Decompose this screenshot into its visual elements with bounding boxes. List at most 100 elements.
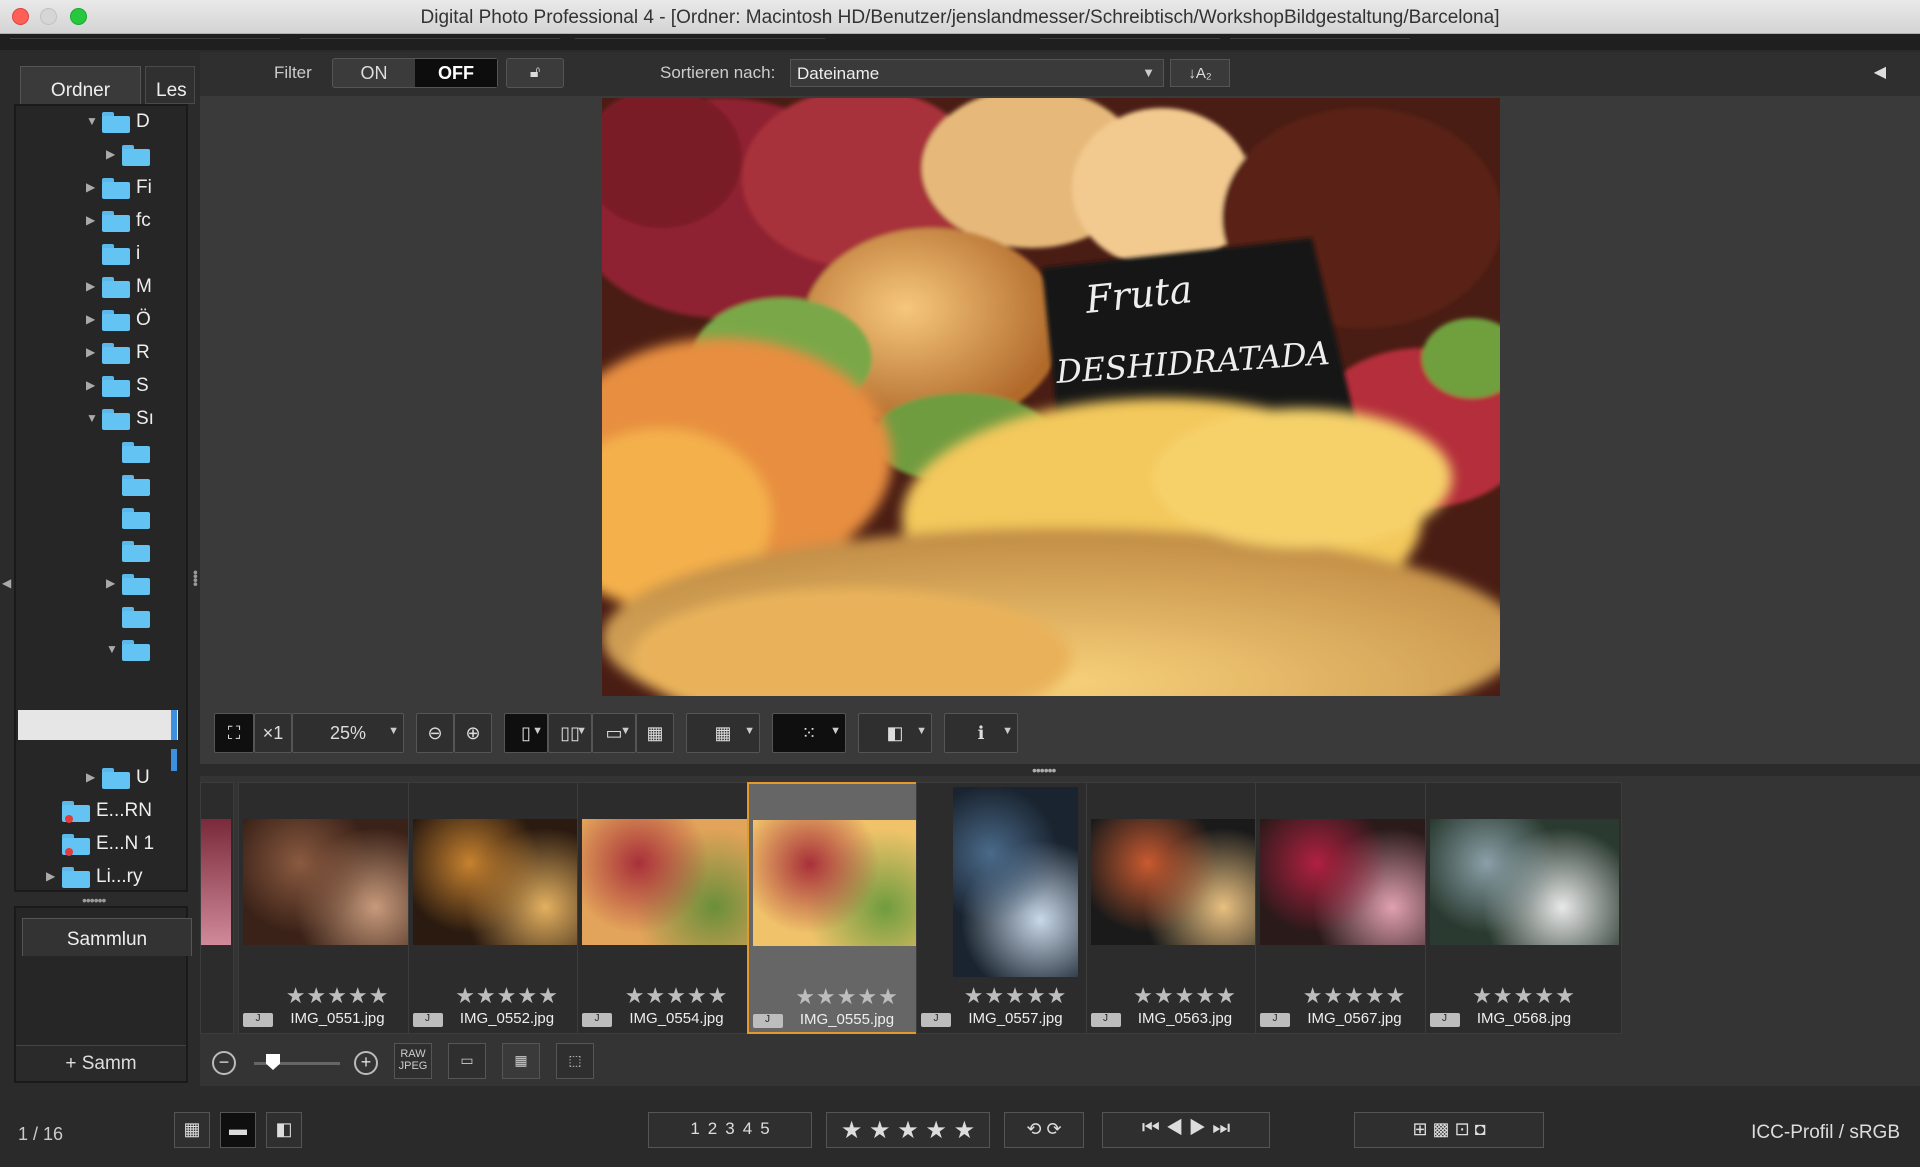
fit-screen-button[interactable]: ⛶ bbox=[214, 713, 254, 753]
rating-3-button[interactable]: 3 bbox=[725, 1119, 734, 1138]
folder-tree[interactable]: ▼ D ▶ ▶ Fi ▶ fc i ▶ M ▶ Ö ▶ R ▶ S ▼ Sı ▶ ▼ ▶ U E...RN E...N 1 ▶ L… bbox=[14, 104, 188, 892]
filmstrip-thumbnail[interactable]: ★★★★★ IMG_0551.jpg J bbox=[238, 782, 435, 1034]
thumbnail-view-button[interactable]: ▦ bbox=[174, 1112, 210, 1148]
zoom-out-button[interactable]: ⊖ bbox=[416, 713, 454, 753]
thumbnail-image bbox=[201, 819, 231, 945]
thumb-size-decrease-button[interactable]: − bbox=[212, 1051, 236, 1075]
slider-knob[interactable] bbox=[266, 1054, 280, 1070]
thumb-size-slider[interactable] bbox=[254, 1054, 340, 1070]
tab-ordner[interactable]: Ordner bbox=[20, 66, 141, 104]
star-rating[interactable]: ★★★★★ bbox=[1426, 983, 1623, 1009]
sort-select[interactable]: Dateiname ▼ bbox=[790, 59, 1164, 87]
list-view-button[interactable]: ◧ bbox=[266, 1112, 302, 1148]
folder-icon bbox=[122, 607, 150, 628]
selected-folder-row[interactable] bbox=[18, 710, 178, 740]
magnify-button[interactable]: ×1 bbox=[254, 713, 292, 753]
filmstrip-thumbnail[interactable]: ★★★★★ IMG_0555.jpg J bbox=[746, 782, 944, 1034]
folder-label: M bbox=[136, 276, 152, 297]
star-rating[interactable]: ★★★★★ bbox=[578, 983, 775, 1009]
thumb-size-increase-button[interactable]: + bbox=[354, 1051, 378, 1075]
rating-5-button[interactable]: 5 bbox=[760, 1119, 769, 1138]
lock-button[interactable]: 🔓︎ bbox=[506, 58, 564, 88]
disclosure-open-icon[interactable]: ▼ bbox=[86, 114, 98, 128]
navigation-buttons[interactable]: ⏮ ◀ ▶ ⏭ bbox=[1102, 1112, 1270, 1148]
rating-2-button[interactable]: 2 bbox=[708, 1119, 717, 1138]
grid-dotted-button[interactable]: ⬚ bbox=[556, 1043, 594, 1079]
filter-off-button[interactable]: OFF bbox=[415, 59, 497, 87]
filmstrip-thumbnail[interactable]: ★★★★★ IMG_0567.jpg J bbox=[1255, 782, 1452, 1034]
filter-toggle[interactable]: ON OFF bbox=[332, 58, 498, 88]
disclosure-open-icon[interactable]: ▼ bbox=[86, 411, 98, 425]
fit-screen-icon: ⛶ bbox=[227, 723, 241, 743]
star-rating[interactable]: ★★★★★ bbox=[409, 983, 606, 1009]
folder-icon bbox=[122, 442, 150, 463]
disclosure-closed-icon[interactable]: ▶ bbox=[106, 147, 115, 161]
filmstrip-view-button[interactable]: ▭ bbox=[448, 1043, 486, 1079]
disclosure-open-icon[interactable]: ▼ bbox=[106, 642, 118, 656]
file-type-badge: J bbox=[752, 1014, 783, 1028]
grid-2x2-icon: ▦ bbox=[514, 1052, 528, 1068]
disclosure-closed-icon[interactable]: ▶ bbox=[46, 869, 55, 883]
disclosure-closed-icon[interactable]: ▶ bbox=[86, 345, 95, 359]
top-bottom-button[interactable]: ▭ ▼ bbox=[592, 713, 636, 753]
main-preview-image[interactable]: Fruta DESHIDRATADA bbox=[602, 98, 1500, 696]
raw-jpeg-toggle[interactable]: RAW JPEG bbox=[394, 1043, 432, 1079]
disclosure-closed-icon[interactable]: ▶ bbox=[86, 312, 95, 326]
disclosure-closed-icon[interactable]: ▶ bbox=[86, 213, 95, 227]
collections-panel: Sammlun + Samm bbox=[14, 906, 192, 1083]
info-button[interactable]: ℹ ▼ bbox=[944, 713, 1018, 753]
thumbnail-image bbox=[1090, 819, 1280, 945]
preview-view-button[interactable]: ▬ bbox=[220, 1112, 256, 1148]
disclosure-closed-icon[interactable]: ▶ bbox=[86, 279, 95, 293]
filmstrip-thumbnail[interactable]: ★★★★★ IMG_0557.jpg J bbox=[916, 782, 1113, 1034]
rotate-buttons[interactable]: ⟲ ⟳ bbox=[1004, 1112, 1084, 1148]
star-rating-button[interactable]: ★ ★ ★ ★ ★ bbox=[826, 1112, 990, 1148]
view-toolbar: ⛶ ×1 25% ▼ ⊖ ⊕ ▯ ▼ ▯▯ ▼ ▭ ▼ ▦ ▦ ▼ ⁙ ▼ ◧ ▼ ℹ ▼ bbox=[200, 704, 1920, 764]
zoom-select[interactable]: 25% ▼ bbox=[292, 713, 404, 753]
folder-label: i bbox=[136, 243, 141, 264]
star-rating[interactable]: ★★★★★ bbox=[239, 983, 436, 1009]
disclosure-closed-icon[interactable]: ▶ bbox=[86, 180, 95, 194]
single-view-icon: ▯ bbox=[521, 723, 531, 743]
filmstrip-controls: − + RAW JPEG ▭ ▦ ⬚ bbox=[200, 1036, 1920, 1086]
star-rating[interactable]: ★★★★★ bbox=[917, 983, 1114, 1009]
file-type-badge: J bbox=[1429, 1013, 1460, 1027]
partial-thumbnail[interactable] bbox=[200, 782, 234, 1034]
tool-buttons[interactable]: ⊞ ▩ ⊡ ◘ bbox=[1354, 1112, 1544, 1148]
filmstrip-thumbnail[interactable]: ★★★★★ IMG_0554.jpg J bbox=[577, 782, 774, 1034]
rating-number-group[interactable]: 12345 bbox=[648, 1112, 812, 1148]
grid-view-button[interactable]: ▦ bbox=[502, 1043, 540, 1079]
filmstrip-thumbnail[interactable]: ★★★★★ IMG_0568.jpg J bbox=[1424, 782, 1623, 1034]
collapse-left-icon[interactable]: ◀ bbox=[2, 576, 11, 590]
folder-icon bbox=[102, 409, 130, 430]
zoom-in-button[interactable]: ⊕ bbox=[454, 713, 492, 753]
filter-on-button[interactable]: ON bbox=[333, 59, 415, 87]
collapse-panel-right-icon[interactable]: ◀ bbox=[1874, 62, 1886, 82]
star-rating[interactable]: ★★★★★ bbox=[1256, 983, 1453, 1009]
disclosure-closed-icon[interactable]: ▶ bbox=[106, 576, 115, 590]
star-rating[interactable]: ★★★★★ bbox=[1087, 983, 1284, 1009]
grid-overlay-button[interactable]: ▦ ▼ bbox=[686, 713, 760, 753]
sort-direction-button[interactable]: ↓A₂ bbox=[1170, 59, 1230, 87]
tab-lesezeichen[interactable]: Les bbox=[145, 66, 195, 104]
add-collection-label: Samm bbox=[81, 1053, 137, 1074]
highlight-warning-button[interactable]: ◧ ▼ bbox=[858, 713, 932, 753]
filmstrip-thumbnail[interactable]: ★★★★★ IMG_0563.jpg J bbox=[1085, 782, 1284, 1034]
layout-button[interactable]: ▦ bbox=[636, 713, 674, 753]
rating-4-button[interactable]: 4 bbox=[743, 1119, 752, 1138]
disclosure-closed-icon[interactable]: ▶ bbox=[86, 378, 95, 392]
folder-label: R bbox=[136, 342, 150, 363]
tab-sammlung[interactable]: Sammlun bbox=[22, 918, 192, 956]
plus-icon: + bbox=[65, 1053, 82, 1074]
zoom-value: 25% bbox=[329, 723, 367, 743]
rating-1-button[interactable]: 1 bbox=[690, 1119, 699, 1138]
sort-value: Dateiname bbox=[797, 64, 880, 83]
af-points-button[interactable]: ⁙ ▼ bbox=[772, 713, 846, 753]
file-type-badge: J bbox=[412, 1013, 443, 1027]
filmstrip-thumbnail[interactable]: ★★★★★ IMG_0552.jpg J bbox=[407, 782, 606, 1034]
single-view-button[interactable]: ▯ ▼ bbox=[504, 713, 548, 753]
file-type-badge: J bbox=[1090, 1013, 1121, 1027]
add-collection-button[interactable]: + Samm bbox=[16, 1045, 186, 1081]
disclosure-closed-icon[interactable]: ▶ bbox=[86, 770, 95, 784]
side-by-side-button[interactable]: ▯▯ ▼ bbox=[548, 713, 592, 753]
